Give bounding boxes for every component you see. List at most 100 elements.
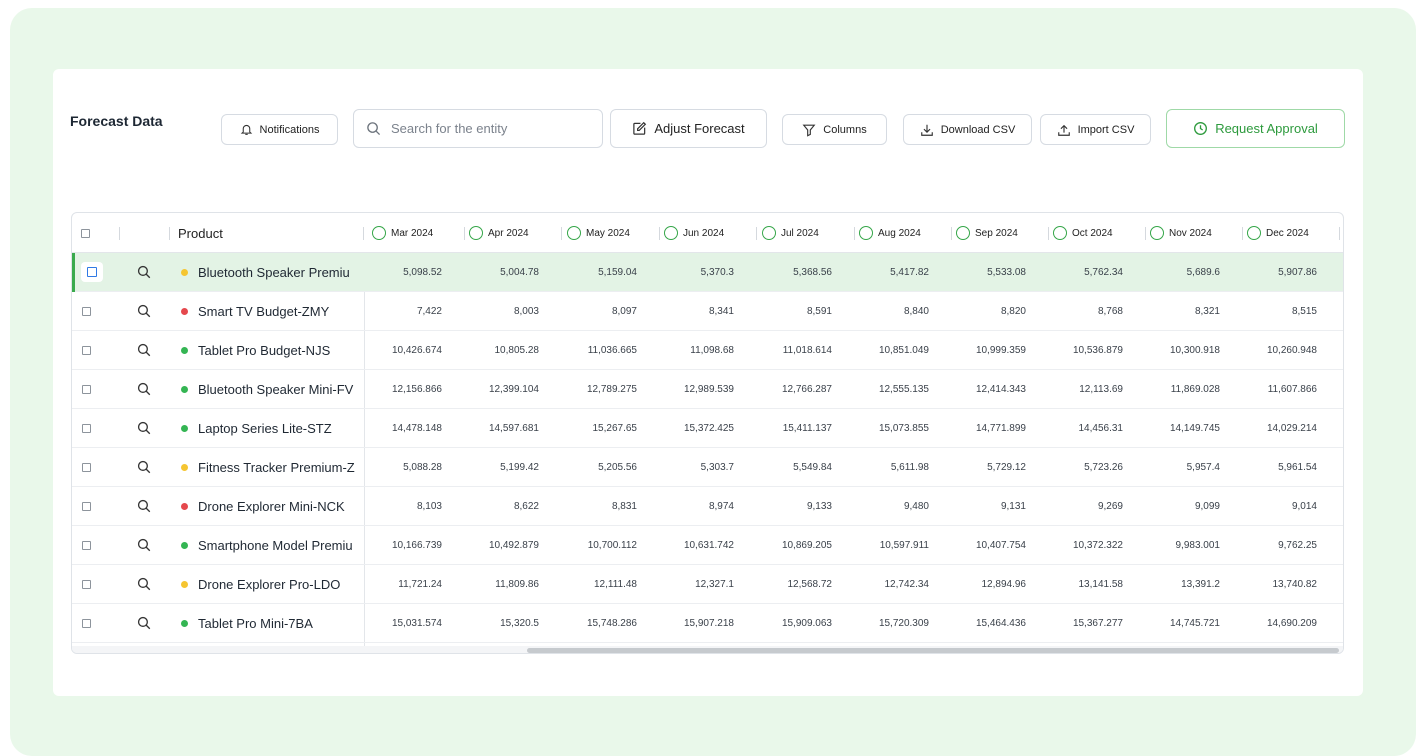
forecast-value-cell[interactable]: 8,820 [929,292,1026,330]
forecast-value-cell[interactable]: 5,549.84 [735,448,832,486]
forecast-value-cell[interactable]: 8,103 [345,487,442,525]
month-column-header[interactable]: Oct 2024 [1053,213,1113,253]
forecast-value-cell[interactable]: 10,492.879 [442,526,539,564]
product-cell[interactable]: Bluetooth Speaker Premiu [181,253,356,291]
forecast-value-cell[interactable]: 10,260.948 [1220,331,1317,369]
forecast-value-cell[interactable]: 10,597.911 [832,526,929,564]
forecast-value-cell[interactable]: 10,700.112 [540,526,637,564]
row-checkbox[interactable] [82,409,91,447]
forecast-value-cell[interactable]: 8,003 [442,292,539,330]
forecast-value-cell[interactable]: 10,407.754 [929,526,1026,564]
forecast-value-cell[interactable]: 5,205.56 [540,448,637,486]
forecast-value-cell[interactable]: 5,533.08 [929,253,1026,291]
forecast-value-cell[interactable]: 8,591 [735,292,832,330]
forecast-value-cell[interactable]: 5,368.56 [735,253,832,291]
forecast-value-cell[interactable]: 10,999.359 [929,331,1026,369]
table-row[interactable]: Bluetooth Speaker Premiu 5,098.52 5,004.78… [72,253,1343,292]
forecast-value-cell[interactable]: 5,370.3 [637,253,734,291]
row-search-icon[interactable] [137,292,151,330]
table-row[interactable]: Smartphone Model Premiu 10,166.739 10,492.… [72,526,1343,565]
forecast-value-cell[interactable]: 5,088.28 [345,448,442,486]
forecast-value-cell[interactable]: 5,957.4 [1123,448,1220,486]
forecast-value-cell[interactable]: 9,133 [735,487,832,525]
forecast-value-cell[interactable]: 10,300.918 [1123,331,1220,369]
forecast-value-cell[interactable]: 9,131 [929,487,1026,525]
month-select-radio[interactable] [762,226,776,240]
forecast-value-cell[interactable]: 5,907.86 [1220,253,1317,291]
row-search-icon[interactable] [137,331,151,369]
product-cell[interactable]: Smart TV Budget-ZMY [181,292,356,330]
forecast-value-cell[interactable]: 9,014 [1220,487,1317,525]
forecast-value-cell[interactable]: 14,456.31 [1026,409,1124,447]
month-select-radio[interactable] [1053,226,1067,240]
row-checkbox[interactable] [82,526,91,564]
forecast-value-cell[interactable]: 5,159.04 [540,253,637,291]
product-cell[interactable]: Bluetooth Speaker Mini-FV [181,370,356,408]
month-column-header[interactable]: May 2024 [567,213,630,253]
forecast-value-cell[interactable]: 15,367.277 [1026,604,1123,642]
month-select-radio[interactable] [372,226,386,240]
row-checkbox[interactable] [82,604,91,642]
forecast-value-cell[interactable]: 5,723.26 [1026,448,1123,486]
forecast-value-cell[interactable]: 15,748.286 [540,604,637,642]
forecast-value-cell[interactable]: 5,961.54 [1220,448,1317,486]
row-checkbox[interactable] [82,448,91,486]
forecast-value-cell[interactable]: 15,907.218 [637,604,734,642]
forecast-value-cell[interactable]: 15,372.425 [637,409,734,447]
forecast-value-cell[interactable]: 15,320.5 [442,604,539,642]
row-search-icon[interactable] [137,565,151,603]
forecast-value-cell[interactable]: 8,974 [637,487,734,525]
forecast-value-cell[interactable]: 12,989.539 [637,370,734,408]
forecast-value-cell[interactable]: 12,555.135 [832,370,929,408]
table-row[interactable]: Tablet Pro Mini-7BA 15,031.574 15,320.5 15,… [72,604,1343,643]
notifications-button[interactable]: Notifications [221,114,338,145]
month-column-header[interactable]: Nov 2024 [1150,213,1212,253]
forecast-value-cell[interactable]: 7,422 [345,292,442,330]
forecast-value-cell[interactable]: 14,478.148 [345,409,442,447]
forecast-value-cell[interactable]: 10,166.739 [345,526,442,564]
forecast-value-cell[interactable]: 11,098.68 [637,331,734,369]
month-select-radio[interactable] [1247,226,1261,240]
forecast-value-cell[interactable]: 8,515 [1220,292,1317,330]
search-box[interactable] [353,109,603,148]
forecast-value-cell[interactable]: 5,098.52 [345,253,442,291]
forecast-value-cell[interactable]: 14,690.209 [1220,604,1317,642]
row-checkbox[interactable] [82,565,91,603]
forecast-value-cell[interactable]: 10,426.674 [345,331,442,369]
forecast-value-cell[interactable]: 12,894.96 [929,565,1027,603]
forecast-value-cell[interactable]: 12,113.69 [1026,370,1123,408]
product-cell[interactable]: Drone Explorer Mini-NCK [181,487,356,525]
row-search-icon[interactable] [137,409,151,447]
forecast-value-cell[interactable]: 15,073.855 [832,409,929,447]
forecast-value-cell[interactable]: 11,018.614 [735,331,832,369]
forecast-value-cell[interactable]: 8,831 [540,487,637,525]
columns-button[interactable]: Columns [782,114,887,145]
row-search-icon[interactable] [137,487,151,525]
row-checkbox[interactable] [82,331,91,369]
forecast-value-cell[interactable]: 14,149.745 [1123,409,1220,447]
month-select-radio[interactable] [859,226,873,240]
month-select-radio[interactable] [956,226,970,240]
forecast-value-cell[interactable]: 14,597.681 [442,409,539,447]
month-select-radio[interactable] [469,226,483,240]
forecast-value-cell[interactable]: 15,411.137 [735,409,832,447]
forecast-value-cell[interactable]: 8,622 [442,487,539,525]
table-row[interactable]: Drone Explorer Mini-NCK 8,103 8,622 8,831 8,… [72,487,1343,526]
month-column-header[interactable]: Dec 2024 [1247,213,1309,253]
forecast-value-cell[interactable]: 15,909.063 [735,604,832,642]
table-row[interactable]: Fitness Tracker Premium-Z 5,088.28 5,199.4… [72,448,1343,487]
forecast-value-cell[interactable]: 11,607.866 [1220,370,1317,408]
row-search-icon[interactable] [137,370,151,408]
forecast-value-cell[interactable]: 15,464.436 [929,604,1026,642]
product-cell[interactable]: Tablet Pro Budget-NJS [181,331,356,369]
forecast-value-cell[interactable]: 5,417.82 [832,253,929,291]
month-column-header[interactable]: Apr 2024 [469,213,529,253]
month-select-radio[interactable] [567,226,581,240]
forecast-value-cell[interactable]: 11,869.028 [1123,370,1220,408]
forecast-value-cell[interactable]: 5,689.6 [1123,253,1220,291]
forecast-value-cell[interactable]: 9,762.25 [1220,526,1317,564]
row-checkbox[interactable] [82,487,91,525]
forecast-value-cell[interactable]: 15,720.309 [832,604,929,642]
forecast-value-cell[interactable]: 15,267.65 [540,409,638,447]
forecast-value-cell[interactable]: 5,762.34 [1026,253,1123,291]
